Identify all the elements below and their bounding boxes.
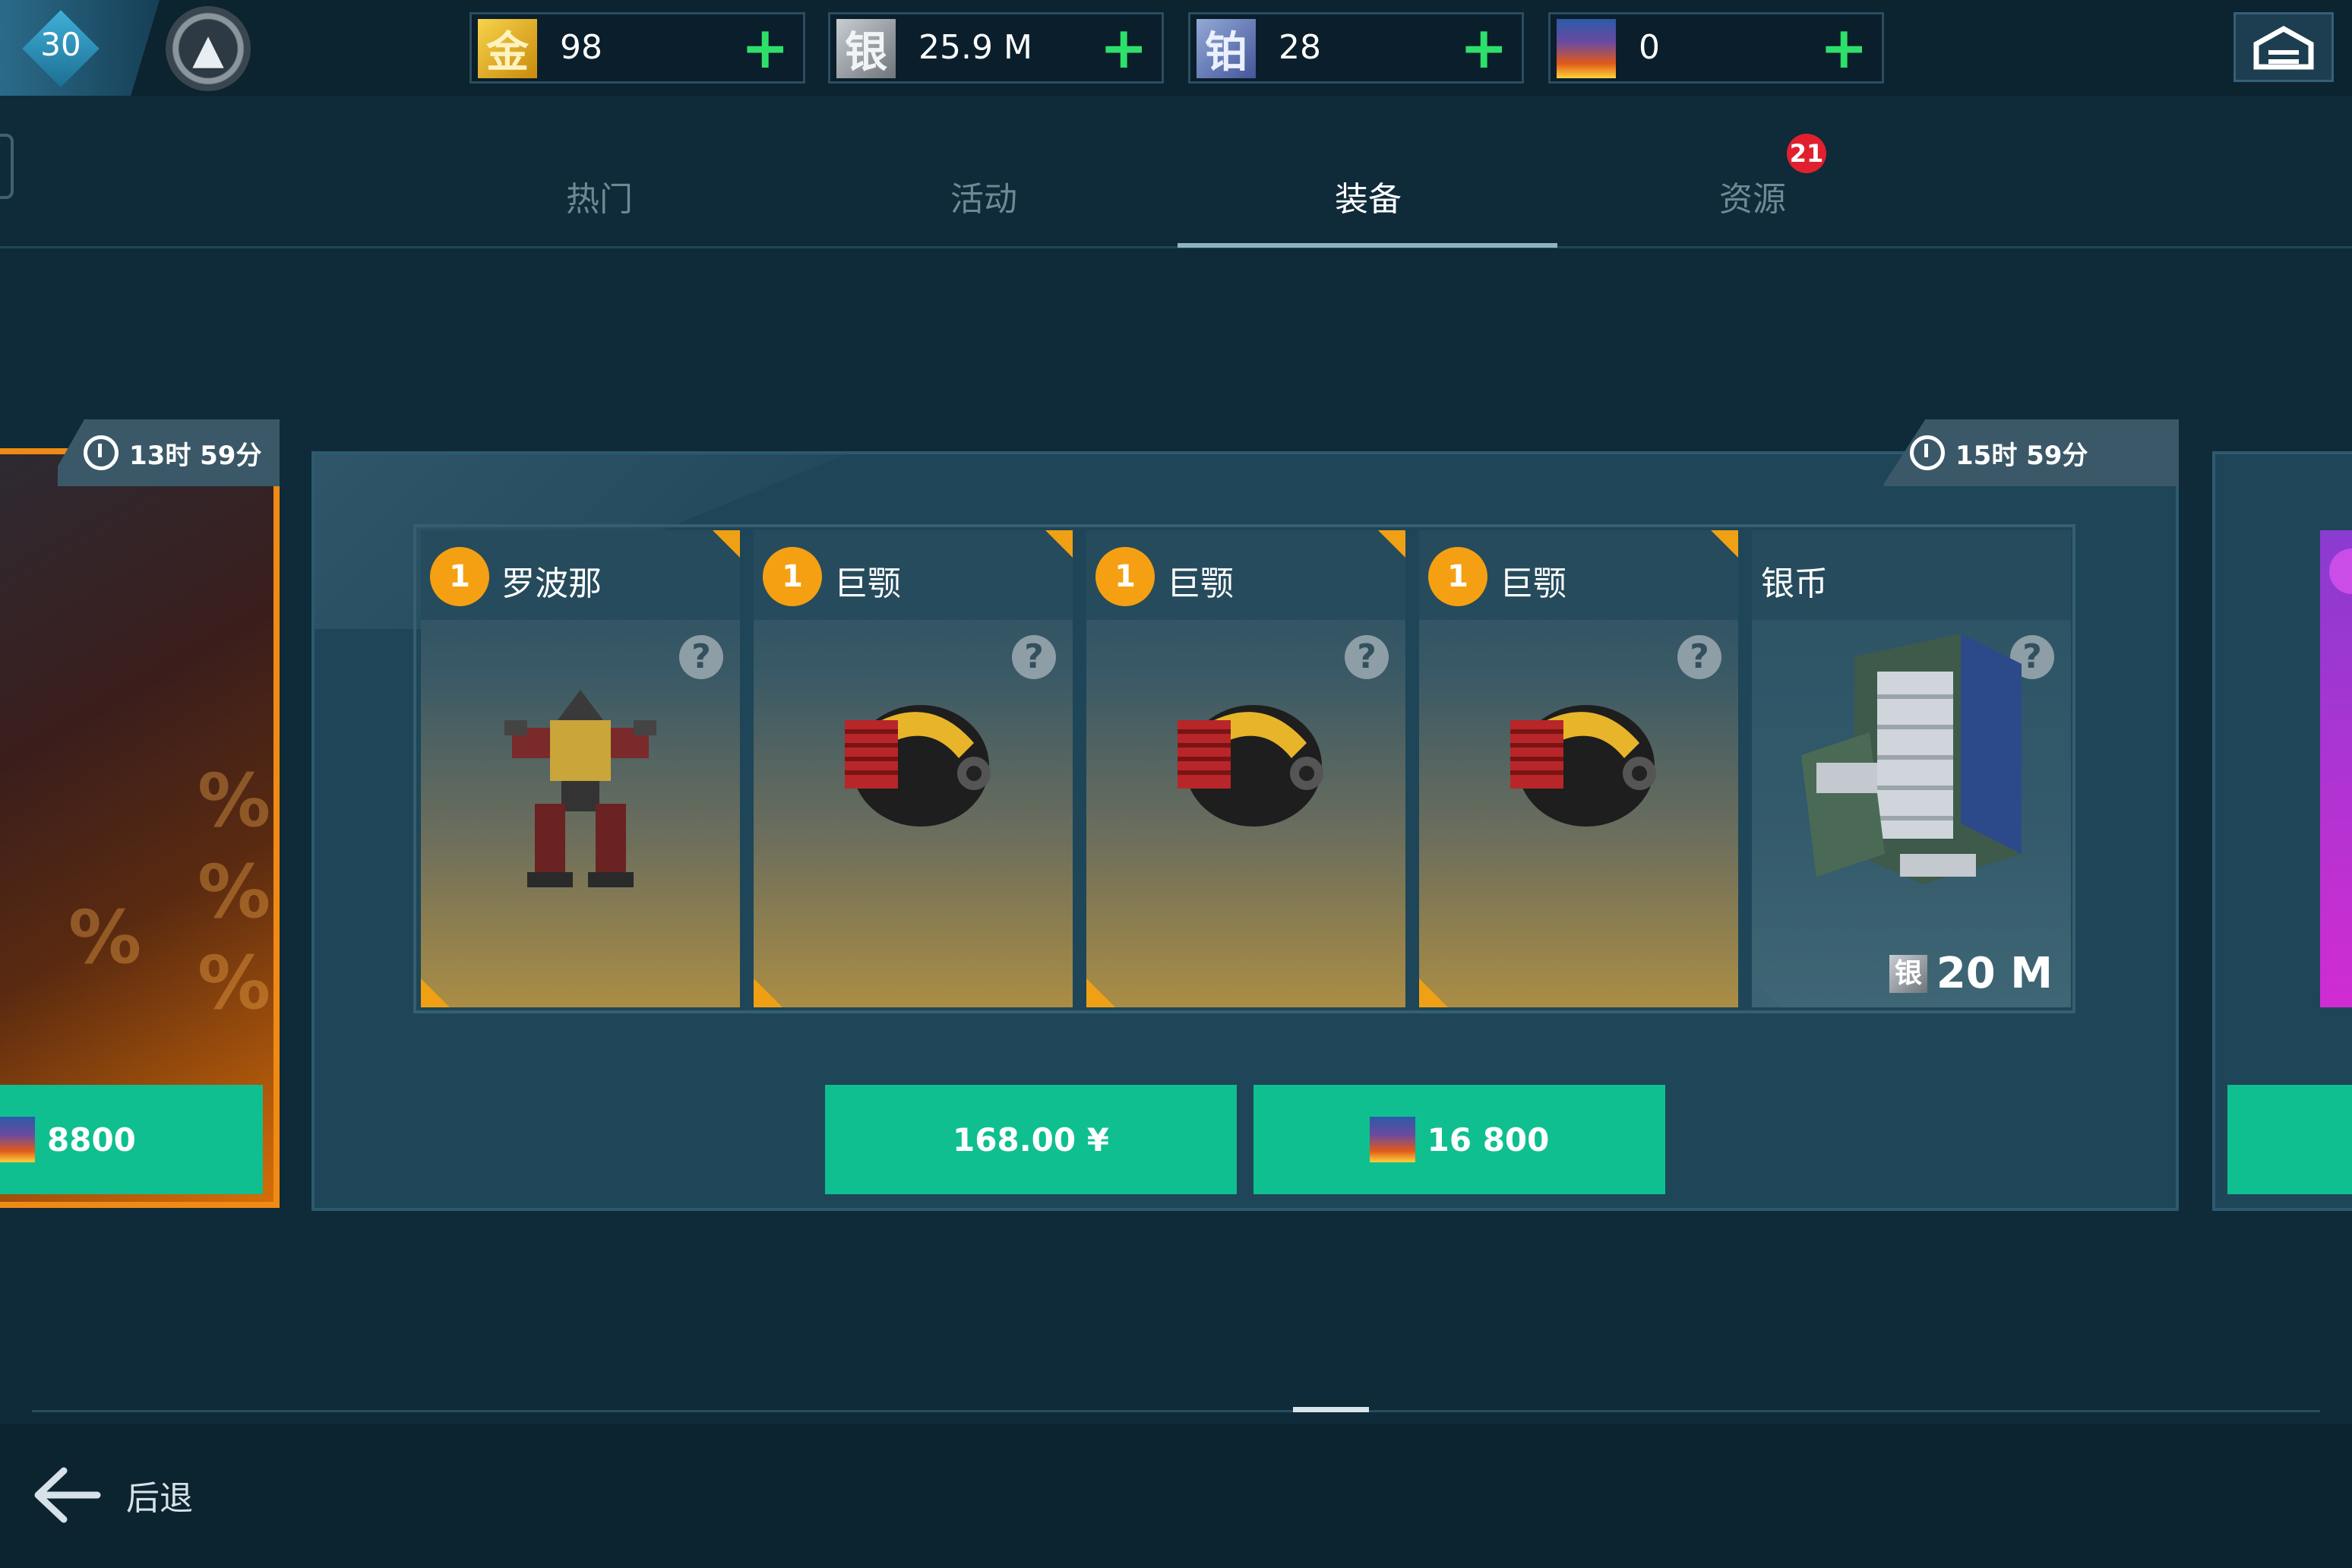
left-offer-price: 8800	[47, 1121, 136, 1159]
tab-hot[interactable]: 热门	[407, 172, 792, 220]
player-level: 30	[40, 26, 81, 63]
buy-with-flame-button[interactable]: 16 800	[1253, 1085, 1665, 1194]
flame-currency-icon	[1557, 19, 1616, 78]
offer-timer-text: 15时 59分	[1955, 440, 2088, 471]
item-name: 罗波那	[501, 564, 602, 603]
tab-resources[interactable]: 资源	[1560, 172, 1945, 220]
energy-currency: 0 +	[1548, 12, 1884, 84]
robot-mech-icon	[504, 690, 656, 887]
silver-currency: 银 25.9 M +	[828, 12, 1164, 84]
silver-crate-icon	[1801, 634, 2022, 884]
tab-divider	[0, 246, 2352, 248]
left-offer-timer: 13时 59分	[58, 419, 280, 486]
player-level-panel[interactable]: 30	[0, 0, 160, 96]
item-quantity: 1	[1428, 547, 1487, 606]
silver-value: 25.9 M	[918, 28, 1032, 67]
card-corner-accent	[1419, 978, 1448, 1007]
flame-currency-icon	[0, 1117, 35, 1162]
add-silver-button[interactable]: +	[1099, 17, 1148, 78]
discount-pattern: %	[68, 895, 142, 980]
silver-icon: 银	[1889, 954, 1927, 993]
card-corner-accent	[1378, 530, 1405, 558]
right-offer-item	[2320, 530, 2352, 1007]
top-bar: 30 ▲ 金 98 + 银 25.9 M + 铂 28 + 0 +	[0, 0, 2352, 96]
page-scrollbar-track	[32, 1410, 2320, 1412]
silver-icon: 银	[836, 19, 896, 78]
card-corner-accent	[713, 530, 740, 558]
item-name: 巨颚	[1167, 564, 1234, 603]
item-info-button[interactable]: ?	[1345, 635, 1389, 679]
weapon-module-icon	[1510, 705, 1656, 827]
weapon-module-icon	[1178, 705, 1323, 827]
item-name: 银币	[1761, 564, 1828, 603]
back-button[interactable]: 后退	[30, 1465, 193, 1525]
left-offer-timer-text: 13时 59分	[129, 440, 262, 471]
offer-item-card[interactable]: 银币 ? 银 20 M	[1752, 530, 2071, 1007]
active-tab-indicator	[1178, 243, 1557, 248]
tab-events[interactable]: 活动	[792, 172, 1176, 220]
card-corner-accent	[1086, 978, 1115, 1007]
back-label: 后退	[126, 1479, 193, 1518]
right-offer-buy-button[interactable]	[2227, 1085, 2352, 1194]
flame-price: 16 800	[1427, 1121, 1550, 1159]
platinum-value: 28	[1279, 28, 1321, 67]
card-corner-accent	[1045, 530, 1073, 558]
rank-emblem-icon[interactable]: ▲	[166, 6, 251, 91]
left-offer-buy-button[interactable]: 8800	[0, 1085, 263, 1194]
gold-currency: 金 98 +	[469, 12, 805, 84]
discount-pattern: %	[198, 940, 271, 1026]
flame-currency-icon	[1369, 1117, 1415, 1162]
item-quantity: 1	[763, 547, 822, 606]
discount-pattern: %	[198, 758, 271, 843]
hangar-icon	[2253, 25, 2314, 70]
back-arrow-icon	[34, 1467, 101, 1523]
gold-value: 98	[560, 28, 602, 67]
resources-notification-badge: 21	[1787, 134, 1826, 173]
item-name: 巨颚	[1500, 564, 1566, 603]
item-quantity: 1	[430, 547, 489, 606]
offer-item-card[interactable]: 1 巨颚 ?	[1419, 530, 1738, 1007]
page-scrollbar-thumb[interactable]	[1293, 1407, 1369, 1412]
hangar-button[interactable]	[2233, 12, 2334, 82]
energy-value: 0	[1639, 28, 1660, 67]
card-corner-accent	[754, 978, 782, 1007]
buy-with-cash-button[interactable]: 168.00 ¥	[825, 1085, 1237, 1194]
cash-price: 168.00 ¥	[953, 1121, 1109, 1159]
tab-equipment[interactable]: 装备	[1176, 172, 1560, 220]
clock-icon	[1910, 435, 1945, 470]
bottom-bar	[0, 1424, 2352, 1568]
add-energy-button[interactable]: +	[1819, 17, 1868, 78]
offer-item-card[interactable]: 1 巨颚 ?	[754, 530, 1073, 1007]
platinum-currency: 铂 28 +	[1188, 12, 1524, 84]
item-info-button[interactable]: ?	[1677, 635, 1721, 679]
offer-item-card[interactable]: 1 巨颚 ?	[1086, 530, 1405, 1007]
card-corner-accent	[1711, 530, 1738, 558]
silver-amount: 银 20 M	[1889, 949, 2053, 998]
add-platinum-button[interactable]: +	[1459, 17, 1508, 78]
platinum-icon: 铂	[1197, 19, 1256, 78]
silver-amount-value: 20 M	[1936, 949, 2053, 998]
gold-icon: 金	[478, 19, 537, 78]
item-info-button[interactable]: ?	[679, 635, 723, 679]
card-corner-accent	[1752, 978, 1781, 1007]
offer-item-card[interactable]: 1 罗波那 ?	[421, 530, 740, 1007]
offer-timer: 15时 59分	[1884, 419, 2179, 486]
clock-icon	[84, 435, 119, 470]
item-quantity: 1	[1095, 547, 1155, 606]
add-gold-button[interactable]: +	[741, 17, 789, 78]
weapon-module-icon	[845, 705, 991, 827]
discount-pattern: %	[198, 849, 271, 934]
side-drawer-handle[interactable]	[0, 134, 14, 199]
item-name: 巨颚	[834, 564, 901, 603]
card-corner-accent	[421, 978, 450, 1007]
item-info-button[interactable]: ?	[1012, 635, 1056, 679]
